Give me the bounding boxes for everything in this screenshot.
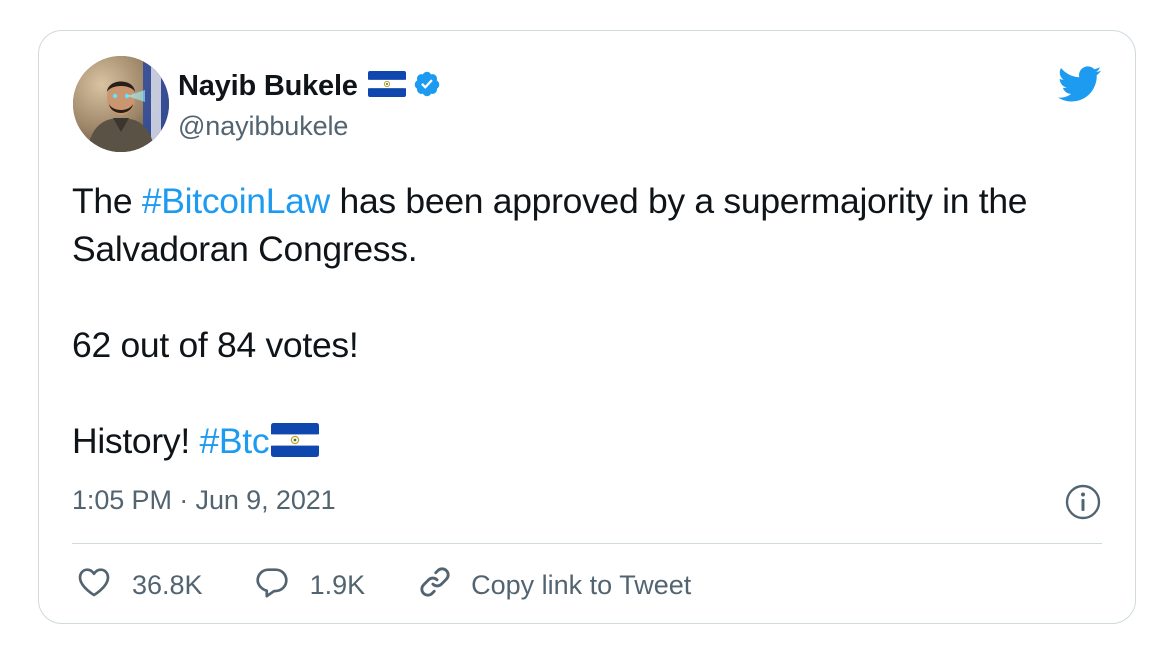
author-display-name[interactable]: Nayib Bukele (178, 70, 358, 103)
heart-icon (77, 566, 111, 605)
tweet-text: The #BitcoinLaw has been approved by a s… (72, 177, 1112, 469)
tweet-timestamp[interactable]: 1:05 PM · Jun 9, 2021 (72, 485, 336, 516)
info-icon[interactable] (1064, 483, 1102, 526)
tweet-paragraph-3: History! #Btc (72, 417, 1112, 469)
divider (72, 543, 1102, 544)
twitter-bird-icon[interactable] (1056, 65, 1102, 108)
verified-badge-icon (413, 70, 441, 103)
copy-link-button[interactable]: Copy link to Tweet (417, 564, 691, 607)
tweet-paragraph-1: The #BitcoinLaw has been approved by a s… (72, 177, 1112, 273)
hashtag-bitcoinlaw-link[interactable]: #BitcoinLaw (142, 181, 330, 221)
tweet-card[interactable]: Nayib Bukele @nayibbukele The #BitcoinLa… (38, 30, 1136, 624)
tweet-text-segment: History! (72, 421, 200, 461)
reply-button[interactable]: 1.9K (255, 566, 366, 605)
author-name-row: Nayib Bukele (178, 67, 441, 105)
copy-link-label: Copy link to Tweet (471, 569, 692, 600)
like-button[interactable]: 36.8K (77, 566, 203, 605)
link-icon (417, 564, 453, 607)
avatar[interactable] (73, 56, 169, 152)
replies-count: 1.9K (309, 569, 366, 600)
hashtag-btc-link[interactable]: #Btc (199, 421, 269, 461)
likes-count: 36.8K (132, 569, 203, 600)
tweet-text-segment: The (72, 181, 142, 221)
tweet-paragraph-2: 62 out of 84 votes! (72, 325, 359, 365)
reply-bubble-icon (255, 566, 289, 605)
el-salvador-flag-icon (367, 70, 406, 102)
el-salvador-flag-icon (271, 421, 320, 469)
author-block[interactable]: Nayib Bukele @nayibbukele (178, 67, 441, 142)
action-bar: 36.8K 1.9K Copy link to Tweet (77, 565, 743, 605)
author-handle[interactable]: @nayibbukele (178, 111, 441, 142)
